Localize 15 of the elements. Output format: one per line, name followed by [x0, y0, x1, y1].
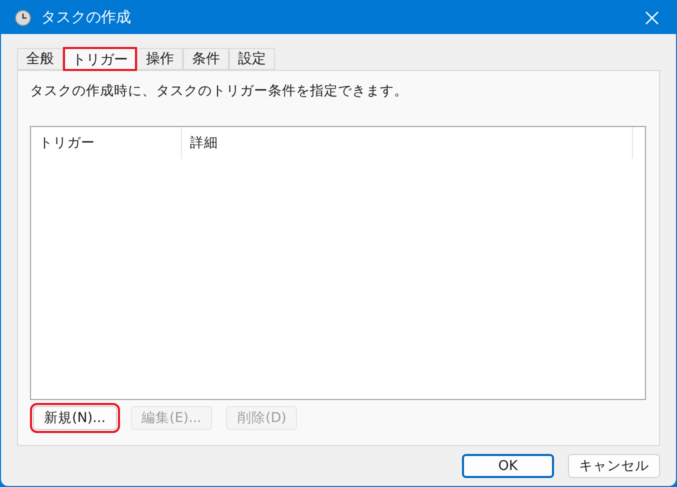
column-header[interactable]: 詳細: [182, 127, 633, 160]
tab[interactable]: 全般: [17, 48, 63, 70]
close-icon: [645, 10, 659, 24]
tab[interactable]: 条件: [183, 48, 229, 70]
window-title: タスクの作成: [41, 7, 131, 28]
description-text: タスクの作成時に、タスクのトリガー条件を指定できます。: [30, 82, 409, 101]
tab[interactable]: 設定: [229, 48, 275, 70]
tab[interactable]: トリガー: [63, 47, 137, 71]
dialog-button[interactable]: キャンセル: [568, 454, 660, 478]
dialog-button[interactable]: OK: [462, 454, 554, 478]
column-header[interactable]: トリガー: [31, 127, 182, 160]
clock-icon: [15, 10, 31, 26]
tab[interactable]: 操作: [137, 48, 183, 70]
list-button[interactable]: 新規(N)...: [33, 406, 117, 430]
trigger-list[interactable]: トリガー 詳細: [30, 126, 646, 400]
